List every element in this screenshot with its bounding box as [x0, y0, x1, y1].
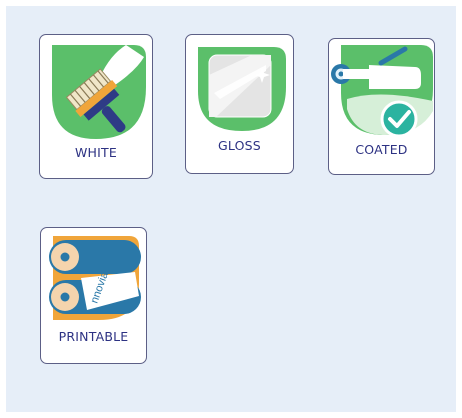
option-card-coated[interactable]: COATED [328, 38, 435, 175]
product-options-panel: WHITE GLOSS COATED nnovia PRINTABLE [6, 6, 456, 412]
printable-roll-icon: nnovia [49, 236, 141, 320]
glossy-surface-icon [198, 47, 286, 131]
option-card-gloss[interactable]: GLOSS [185, 34, 294, 174]
paint-roller-check-icon [331, 45, 433, 138]
option-label-white: WHITE [75, 145, 117, 160]
option-card-white[interactable]: WHITE [39, 34, 153, 179]
option-label-printable: PRINTABLE [58, 329, 129, 344]
paint-brush-icon [52, 45, 146, 139]
option-label-gloss: GLOSS [218, 138, 261, 153]
option-card-printable[interactable]: nnovia PRINTABLE [40, 227, 147, 364]
option-label-coated: COATED [355, 142, 408, 157]
